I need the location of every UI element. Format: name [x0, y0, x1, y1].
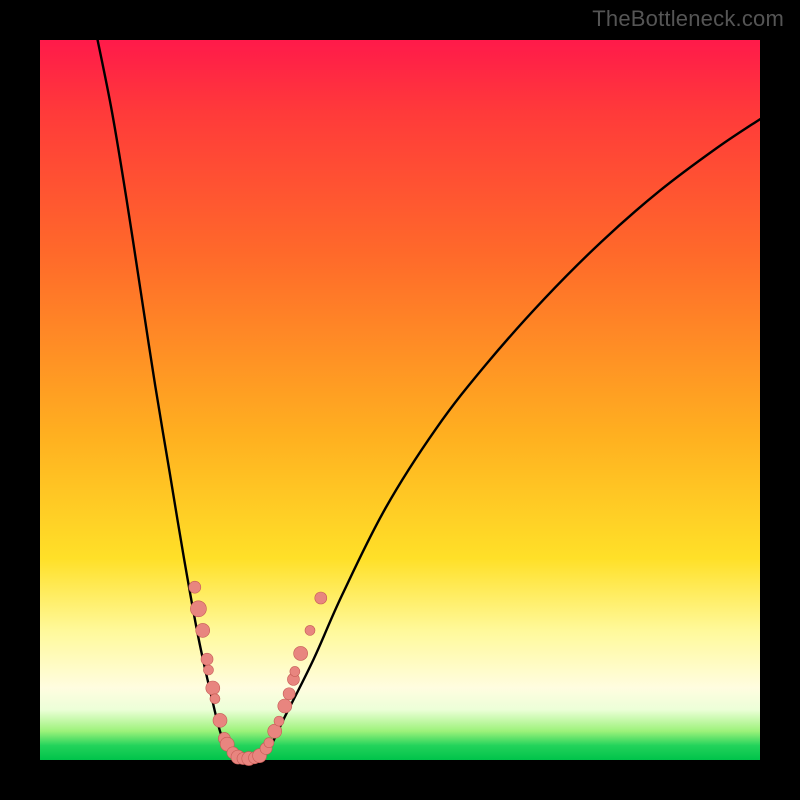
plot-area — [40, 40, 760, 760]
marker-point — [206, 681, 220, 695]
marker-point — [189, 581, 201, 593]
curve-left-branch — [98, 40, 242, 760]
marker-point — [305, 625, 315, 635]
chart-frame: TheBottleneck.com — [0, 0, 800, 800]
marker-point — [290, 666, 300, 676]
marker-point — [213, 713, 227, 727]
marker-point — [210, 694, 220, 704]
marker-point — [278, 699, 292, 713]
marker-point — [190, 601, 206, 617]
marker-point — [283, 688, 295, 700]
marker-point — [203, 665, 213, 675]
marker-point — [196, 623, 210, 637]
marker-point — [315, 592, 327, 604]
chart-svg — [40, 40, 760, 760]
curve-right-branch — [242, 119, 760, 760]
marker-point — [294, 646, 308, 660]
bottleneck-curve — [98, 40, 760, 760]
marker-point — [274, 716, 284, 726]
watermark-text: TheBottleneck.com — [592, 6, 784, 32]
marker-point — [264, 738, 274, 748]
marker-point — [201, 653, 213, 665]
